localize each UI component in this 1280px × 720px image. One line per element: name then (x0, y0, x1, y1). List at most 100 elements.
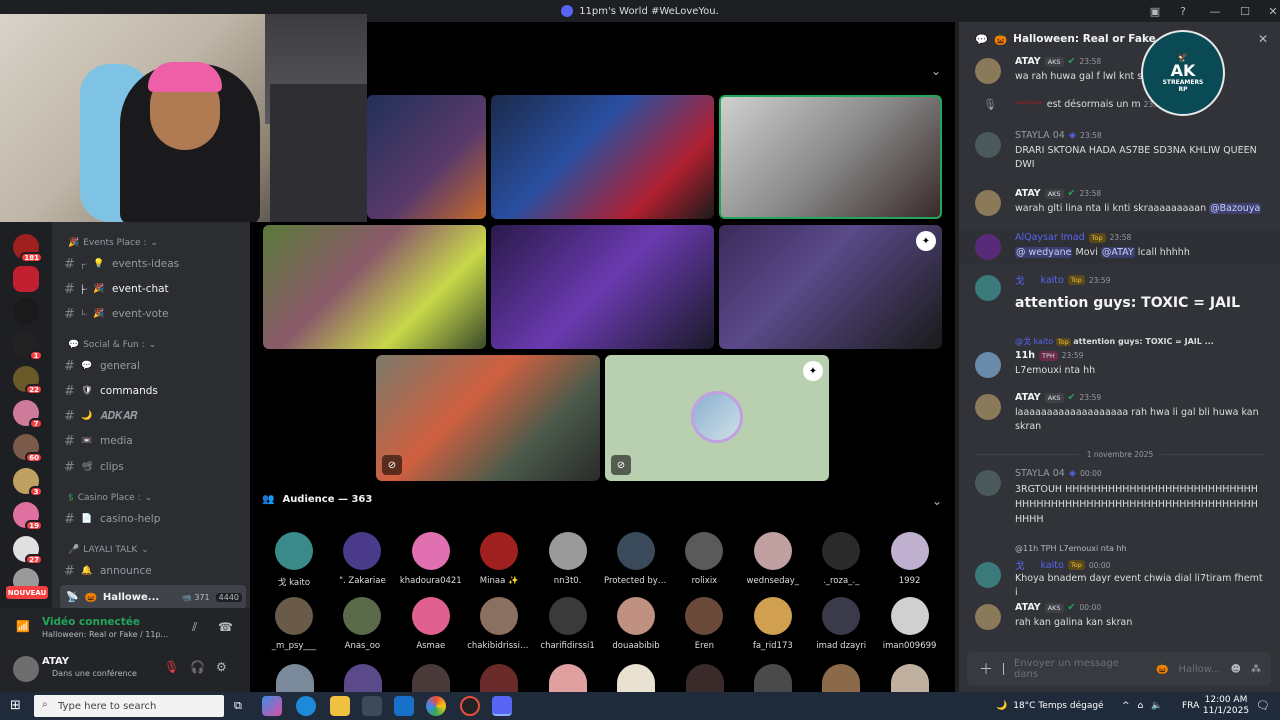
sticker-icon[interactable]: ☻ (1231, 664, 1241, 675)
chrome-icon[interactable] (426, 696, 446, 716)
audience-member[interactable]: imad dzayri (809, 597, 873, 651)
avatar[interactable] (975, 275, 1001, 301)
system-tray[interactable]: ^ ⌂ 🔈 (1122, 692, 1162, 720)
server-icon[interactable]: 3 (13, 468, 43, 497)
server-icon[interactable] (13, 298, 39, 324)
audience-member[interactable]: Asmae (399, 597, 463, 651)
file-explorer-icon[interactable] (330, 696, 350, 716)
store-icon[interactable] (362, 696, 382, 716)
video-tile-avatar[interactable]: ✦ ⊘ (605, 355, 829, 481)
audience-member[interactable]: ._roza_._ (809, 532, 873, 586)
edge-icon[interactable] (296, 696, 316, 716)
audience-member[interactable]: 戈 kaito (262, 532, 326, 588)
voice-channel-halloween[interactable]: 📡 🎃 Hallowe... 📹 371 4440 (60, 585, 246, 609)
noise-suppression-icon[interactable]: ⫽ (192, 620, 197, 635)
task-view-icon[interactable]: ⧉ (234, 699, 242, 713)
category-social[interactable]: 💬 Social & Fun : ⌄ (68, 340, 156, 350)
server-icon[interactable]: 7 (13, 400, 43, 429)
video-tile-speaking[interactable] (719, 95, 942, 219)
channel-announce[interactable]: # 🔔 announce (64, 561, 244, 581)
server-icon[interactable]: 19 (13, 502, 43, 531)
help-icon[interactable]: ? (1168, 0, 1198, 22)
channel-general[interactable]: # 💬 general (64, 356, 244, 376)
video-tile[interactable] (367, 95, 486, 219)
audience-member[interactable]: chakibidrissi7... (467, 597, 531, 651)
server-icon[interactable]: 1 (13, 332, 43, 361)
clock[interactable]: 12:00 AM 11/1/2025 (1203, 692, 1249, 720)
video-tile[interactable] (491, 95, 714, 219)
composer-placeholder[interactable]: Envoyer un message dans (1014, 658, 1146, 680)
audience-member[interactable]: Protected by !... (604, 532, 668, 586)
avatar[interactable] (975, 562, 1001, 588)
audience-member[interactable]: _m_psy___ (262, 597, 326, 651)
audience-member[interactable]: nn3t0. (536, 532, 600, 586)
close-icon[interactable]: ✕ (1258, 32, 1268, 46)
outlook-icon[interactable] (394, 696, 414, 716)
windows-start-icon[interactable]: ⊞ (10, 698, 21, 713)
channel-events-ideas[interactable]: # ┌· 💡 events-ideas (64, 254, 244, 274)
audience-member[interactable]: khadoura0421 (399, 532, 463, 586)
language-indicator[interactable]: FRA (1182, 692, 1199, 720)
video-tile[interactable]: ✦ (719, 225, 942, 349)
audience-member[interactable]: ". Zakariae (330, 532, 394, 586)
add-attachment-icon[interactable]: ＋ (979, 659, 993, 679)
minimize-button[interactable]: — (1200, 0, 1230, 22)
inbox-icon[interactable]: ▣ (1140, 0, 1170, 22)
maximize-button[interactable]: ☐ (1230, 0, 1260, 22)
server-icon[interactable]: 22 (13, 366, 43, 395)
channel-media[interactable]: # 📼 media (64, 431, 244, 451)
channel-clips[interactable]: # 📽 clips (64, 457, 244, 477)
audience-member[interactable]: Minaa ✨ (467, 532, 531, 586)
channel-commands[interactable]: # 🛡 commands (64, 381, 244, 401)
avatar[interactable] (975, 190, 1001, 216)
video-tile[interactable] (263, 225, 486, 349)
obs-icon[interactable] (460, 696, 480, 716)
avatar[interactable] (975, 352, 1001, 378)
category-layali-talk[interactable]: 🎤 LAYALI TALK ⌄ (68, 545, 149, 555)
avatar[interactable] (975, 132, 1001, 158)
server-icon[interactable]: 27 (13, 536, 43, 565)
video-tile[interactable] (491, 225, 714, 349)
avatar[interactable] (13, 656, 39, 682)
network-icon[interactable]: ⌂ (1138, 701, 1144, 711)
audience-member[interactable]: fa_rid173 (741, 597, 805, 651)
chevron-down-icon[interactable]: ⌄ (931, 64, 941, 78)
settings-gear-icon[interactable]: ⚙ (216, 660, 227, 674)
audience-member[interactable]: wednseday_ (741, 532, 805, 586)
apps-icon[interactable]: ⁂ (1251, 664, 1271, 675)
avatar[interactable] (975, 58, 1001, 84)
server-icon[interactable]: 181 (13, 234, 43, 263)
server-icon[interactable]: 60 (13, 434, 43, 463)
channel-event-chat[interactable]: # ├· 🎉 event-chat (64, 279, 244, 299)
avatar[interactable] (975, 470, 1001, 496)
notification-icon[interactable]: 🗨 (1256, 699, 1270, 712)
audience-member[interactable]: Anas_oo (330, 597, 394, 651)
close-window-button[interactable]: ✕ (1258, 0, 1280, 22)
volume-icon[interactable]: 🔈 (1151, 701, 1162, 711)
chevron-down-icon[interactable]: ⌄ (932, 494, 942, 508)
disconnect-icon[interactable]: ☎ (218, 620, 233, 634)
avatar[interactable] (975, 234, 1001, 260)
copilot-icon[interactable] (262, 696, 282, 716)
avatar[interactable] (975, 394, 1001, 420)
discord-icon[interactable] (492, 696, 512, 716)
audience-member[interactable]: 1992 (878, 532, 942, 586)
video-tile[interactable]: ⊘ (376, 355, 600, 481)
audience-member[interactable]: Eren (672, 597, 736, 651)
category-events[interactable]: 🎉 Events Place : ⌄ (68, 238, 158, 248)
audience-member[interactable]: douaabibib (604, 597, 668, 651)
chevron-up-icon[interactable]: ^ (1122, 701, 1130, 711)
audience-member[interactable]: rolixix (672, 532, 736, 586)
audience-member[interactable]: charifidirssi1 (536, 597, 600, 651)
weather-widget[interactable]: 🌙 18°C Temps dégagé (996, 692, 1104, 720)
mic-muted-icon[interactable]: 🎙 (164, 660, 179, 674)
headphones-icon[interactable]: 🎧 (190, 660, 205, 674)
category-casino[interactable]: $ Casino Place : ⌄ (68, 493, 152, 503)
channel-event-vote[interactable]: # └· 🎉 event-vote (64, 304, 244, 324)
channel-adkar[interactable]: # 🌙 𝑨𝑫𝑲𝑨𝑹 (64, 406, 244, 426)
taskbar-search[interactable]: ⌕ Type here to search (34, 695, 224, 717)
channel-casino-help[interactable]: # 📄 casino-help (64, 509, 244, 529)
server-icon[interactable] (13, 266, 39, 292)
avatar[interactable] (975, 604, 1001, 630)
audience-member[interactable]: iman009699 (878, 597, 942, 651)
